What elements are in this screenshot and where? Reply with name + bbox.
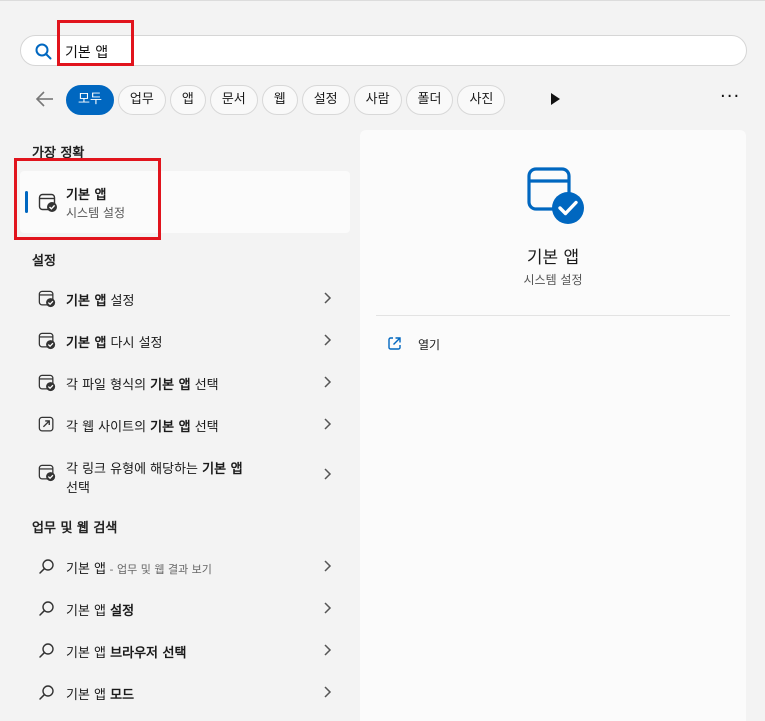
chevron-right-icon[interactable] — [322, 290, 332, 306]
settings-result-item[interactable]: 기본 앱 다시 설정 — [20, 322, 350, 358]
best-match-header: 가장 정확 — [32, 146, 85, 161]
default-apps-icon — [38, 374, 56, 392]
more-filters-arrow-icon[interactable] — [551, 93, 560, 105]
best-match-item[interactable]: 기본 앱 시스템 설정 — [20, 171, 350, 233]
filter-chip-folders[interactable]: 폴더 — [405, 85, 454, 115]
chevron-right-icon[interactable] — [322, 684, 332, 700]
default-apps-icon — [38, 332, 56, 350]
search-icon — [35, 43, 52, 60]
result-label: 기본 앱 모드 — [66, 688, 135, 703]
web-search-header: 업무 및 웹 검색 — [32, 521, 118, 536]
window-top-border — [0, 0, 765, 1]
open-label: 열기 — [418, 338, 441, 352]
default-apps-icon — [38, 193, 57, 212]
result-label: 각 링크 유형에 해당하는 기본 앱 선택 — [66, 462, 243, 496]
chevron-right-icon[interactable] — [322, 642, 332, 658]
filter-chip-photos[interactable]: 사진 — [457, 85, 506, 115]
settings-result-item[interactable]: 각 파일 형식의 기본 앱 선택 — [20, 364, 350, 400]
filter-chip-settings[interactable]: 설정 — [301, 85, 350, 115]
filter-chip-apps[interactable]: 앱 — [169, 85, 206, 115]
search-icon — [39, 643, 54, 658]
result-label: 각 웹 사이트의 기본 앱 선택 — [66, 420, 219, 435]
chevron-right-icon[interactable] — [322, 466, 332, 482]
chevron-right-icon[interactable] — [322, 558, 332, 574]
web-search-result-item[interactable]: 기본 앱 브라우저 선택 — [20, 632, 350, 668]
chevron-right-icon[interactable] — [322, 332, 332, 348]
chevron-right-icon[interactable] — [322, 600, 332, 616]
search-box[interactable]: 기본 앱 — [20, 35, 747, 66]
preview-title: 기본 앱 — [526, 248, 580, 268]
filter-chip-bar: 모두 업무 앱 문서 웹 설정 사람 폴더 사진 — [66, 85, 506, 115]
chevron-right-icon[interactable] — [322, 416, 332, 432]
filter-chip-documents[interactable]: 문서 — [209, 85, 258, 115]
filter-chip-work[interactable]: 업무 — [117, 85, 166, 115]
settings-result-item[interactable]: 각 링크 유형에 해당하는 기본 앱 선택 — [20, 448, 350, 496]
search-icon — [39, 685, 54, 700]
filter-chip-all[interactable]: 모두 — [66, 85, 114, 115]
result-label: 기본 앱 - 업무 및 웹 결과 보기 — [66, 562, 212, 577]
open-action[interactable]: 열기 — [376, 330, 730, 360]
preview-subtitle: 시스템 설정 — [523, 273, 583, 287]
default-apps-icon — [527, 167, 584, 224]
filter-chip-web[interactable]: 웹 — [261, 85, 298, 115]
result-label: 기본 앱 브라우저 선택 — [66, 646, 187, 661]
back-arrow-icon[interactable] — [34, 88, 56, 110]
result-label: 기본 앱 다시 설정 — [66, 336, 163, 351]
web-search-result-item[interactable]: 기본 앱 - 업무 및 웹 결과 보기 — [20, 548, 350, 584]
result-label: 각 파일 형식의 기본 앱 선택 — [66, 378, 219, 393]
selection-indicator — [25, 191, 28, 213]
default-apps-icon — [38, 290, 56, 308]
chevron-right-icon[interactable] — [322, 374, 332, 390]
preview-panel: 기본 앱 시스템 설정 열기 — [360, 130, 746, 721]
result-label: 기본 앱 설정 — [66, 604, 135, 619]
settings-result-item[interactable]: 기본 앱 설정 — [20, 280, 350, 316]
text-caret — [132, 44, 133, 59]
preview-divider — [376, 315, 730, 316]
web-search-result-item[interactable]: 기본 앱 모드 — [20, 674, 350, 710]
settings-header: 설정 — [32, 254, 56, 269]
default-apps-icon — [38, 464, 56, 482]
search-icon — [39, 601, 54, 616]
search-icon — [39, 559, 54, 574]
result-label: 기본 앱 설정 — [66, 294, 135, 309]
best-match-title: 기본 앱 — [66, 188, 107, 203]
settings-result-item[interactable]: 각 웹 사이트의 기본 앱 선택 — [20, 406, 350, 442]
more-options-icon[interactable]: ··· — [720, 88, 740, 106]
search-input[interactable]: 기본 앱 — [65, 42, 108, 62]
open-external-icon — [388, 337, 401, 350]
open-link-icon — [38, 416, 54, 432]
filter-chip-people[interactable]: 사람 — [353, 85, 402, 115]
web-search-result-item[interactable]: 기본 앱 설정 — [20, 590, 350, 626]
best-match-subtitle: 시스템 설정 — [66, 206, 126, 220]
